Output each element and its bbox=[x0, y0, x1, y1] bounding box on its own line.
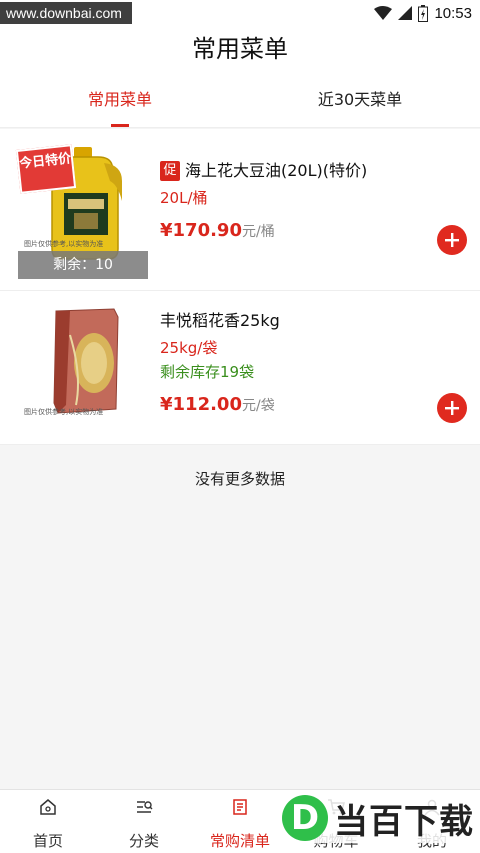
product-list: 今日特价 图片仅供参考,以实物为准 剩余：10 促 海上花大豆油(20L)(特价… bbox=[0, 129, 480, 445]
product-name-text: 丰悦稻花香25kg bbox=[160, 311, 280, 330]
plus-icon bbox=[445, 401, 459, 415]
product-info: 丰悦稻花香25kg 25kg/袋 剩余库存19袋 ¥112.00元/袋 bbox=[160, 309, 480, 415]
price-row: ¥112.00元/袋 bbox=[160, 394, 480, 415]
product-unit: 25kg/袋 bbox=[160, 339, 218, 357]
page-header: 常用菜单 bbox=[0, 26, 480, 72]
nav-label: 首页 bbox=[32, 832, 63, 850]
status-bar: www.downbai.com 10:53 bbox=[0, 0, 480, 26]
page-title: 常用菜单 bbox=[192, 35, 288, 63]
site-watermark: www.downbai.com bbox=[0, 2, 132, 24]
logo-text: 当百下载 bbox=[334, 801, 474, 842]
product-price: ¥112.00 bbox=[160, 394, 242, 415]
category-icon bbox=[137, 801, 153, 813]
add-to-cart-button[interactable] bbox=[437, 393, 467, 423]
product-info: 促 海上花大豆油(20L)(特价) 20L/桶 ¥170.90元/桶 bbox=[160, 159, 480, 241]
battery-icon bbox=[418, 4, 429, 22]
promo-badge: 促 bbox=[160, 161, 180, 181]
add-to-cart-button[interactable] bbox=[437, 225, 467, 255]
product-name-text: 海上花大豆油(20L)(特价) bbox=[185, 161, 368, 180]
home-icon bbox=[40, 799, 56, 815]
nav-label: 常购清单 bbox=[209, 832, 270, 850]
nav-label: 分类 bbox=[128, 832, 159, 850]
tab-30-days-menu[interactable]: 近30天菜单 bbox=[240, 72, 480, 127]
menu-tabs: 常用菜单 近30天菜单 bbox=[0, 72, 480, 128]
product-image[interactable]: 今日特价 图片仅供参考,以实物为准 剩余：10 bbox=[15, 141, 148, 279]
promo-tag: 今日特价 bbox=[15, 144, 77, 194]
logo-d-icon: D bbox=[282, 795, 328, 841]
image-caption: 图片仅供参考,以实物为准 bbox=[24, 240, 104, 248]
image-caption: 图片仅供参考,以实物为准 bbox=[24, 408, 104, 416]
status-time: 10:53 bbox=[434, 4, 472, 22]
nav-frequent-list[interactable]: 常购清单 bbox=[192, 790, 288, 853]
downbai-logo: D 当百下载 bbox=[278, 793, 474, 843]
list-item[interactable]: 图片仅供参考,以实物为准 丰悦稻花香25kg 25kg/袋 剩余库存19袋 ¥1… bbox=[0, 291, 480, 445]
product-name[interactable]: 丰悦稻花香25kg bbox=[160, 309, 480, 333]
wifi-icon bbox=[374, 6, 393, 20]
remaining-overlay: 剩余：10 bbox=[18, 251, 148, 279]
nav-category[interactable]: 分类 bbox=[96, 790, 192, 853]
plus-icon bbox=[445, 233, 459, 247]
no-more-data: 没有更多数据 bbox=[194, 470, 285, 488]
list-item[interactable]: 今日特价 图片仅供参考,以实物为准 剩余：10 促 海上花大豆油(20L)(特价… bbox=[0, 129, 480, 291]
product-name[interactable]: 促 海上花大豆油(20L)(特价) bbox=[160, 159, 480, 183]
signal-icon bbox=[398, 6, 413, 20]
list-icon bbox=[233, 799, 247, 815]
price-row: ¥170.90元/桶 bbox=[160, 220, 480, 241]
price-unit: 元/袋 bbox=[241, 398, 275, 414]
tab-common-menu[interactable]: 常用菜单 bbox=[0, 72, 240, 127]
status-icons: 10:53 bbox=[374, 3, 472, 23]
stock-remaining: 剩余库存19袋 bbox=[160, 363, 255, 381]
product-price: ¥170.90 bbox=[160, 220, 242, 241]
product-unit: 20L/桶 bbox=[160, 189, 208, 207]
product-image[interactable]: 图片仅供参考,以实物为准 bbox=[18, 305, 148, 431]
nav-home[interactable]: 首页 bbox=[0, 790, 96, 853]
price-unit: 元/桶 bbox=[241, 224, 275, 240]
